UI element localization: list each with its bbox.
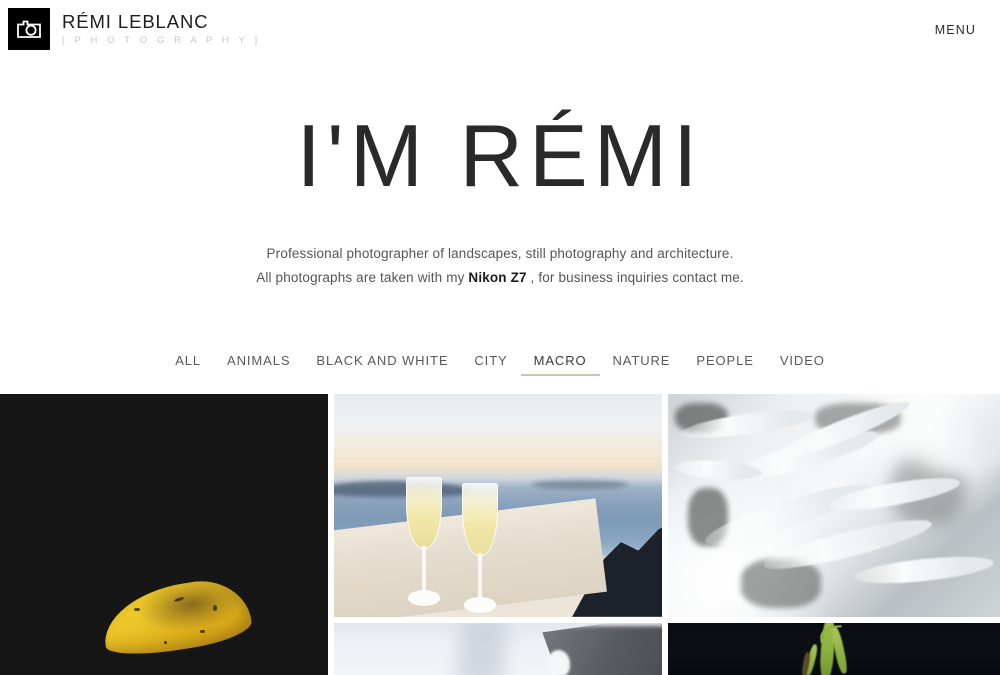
photography-portfolio-page: RÉMI LEBLANC [ P H O T O G R A P H Y ] M…	[0, 0, 1000, 675]
brand-name: RÉMI LEBLANC	[62, 10, 209, 32]
filter-video[interactable]: VIDEO	[767, 352, 838, 376]
brand-logo-link[interactable]: RÉMI LEBLANC [ P H O T O G R A P H Y ]	[8, 8, 261, 50]
hero-subtitle-line-2-suffix: , for business inquiries contact me.	[526, 270, 744, 285]
gallery-tile-green-mantis[interactable]	[668, 623, 1000, 675]
site-header: RÉMI LEBLANC [ P H O T O G R A P H Y ] M…	[0, 0, 1000, 58]
gallery-tile-misty-snow[interactable]	[334, 623, 662, 675]
champagne-glass-left	[403, 476, 446, 606]
photo-green-mantis	[668, 623, 1000, 675]
brand-tagline: [ P H O T O G R A P H Y ]	[62, 34, 261, 46]
filter-animals[interactable]: ANIMALS	[214, 352, 303, 376]
photo-yellow-wedge	[0, 394, 328, 675]
filter-black-and-white[interactable]: BLACK AND WHITE	[303, 352, 461, 376]
gallery-filter-nav: ALL ANIMALS BLACK AND WHITE CITY MACRO N…	[0, 352, 1000, 376]
gallery-tile-yellow-wedge[interactable]	[0, 394, 328, 675]
hero-subtitle-line-2-prefix: All photographs are taken with my	[256, 270, 469, 285]
filter-macro[interactable]: MACRO	[520, 352, 600, 376]
wedge-shape	[97, 573, 254, 661]
gallery-grid	[0, 394, 1000, 675]
photo-champagne-glasses	[334, 394, 662, 617]
gallery-tile-frosted-branches[interactable]	[668, 394, 1000, 617]
filter-all[interactable]: ALL	[162, 352, 214, 376]
hero-subtitle-line-2: All photographs are taken with my Nikon …	[0, 266, 1000, 290]
camera-icon	[8, 8, 50, 50]
camera-model-highlight[interactable]: Nikon Z7	[468, 270, 526, 285]
filter-nature[interactable]: NATURE	[600, 352, 684, 376]
filter-people[interactable]: PEOPLE	[683, 352, 766, 376]
page-title: I'M RÉMI	[296, 106, 704, 205]
photo-frosted-branches	[668, 394, 1000, 617]
hero-section: I'M RÉMI Professional photographer of la…	[0, 58, 1000, 290]
brand-text: RÉMI LEBLANC [ P H O T O G R A P H Y ]	[62, 11, 261, 48]
menu-button[interactable]: MENU	[929, 19, 982, 41]
champagne-glass-right	[459, 483, 502, 613]
gallery-tile-champagne-glasses[interactable]	[334, 394, 662, 617]
hero-subtitle-line-1: Professional photographer of landscapes,…	[266, 246, 734, 261]
filter-city[interactable]: CITY	[461, 352, 520, 376]
photo-misty-snow	[334, 623, 662, 675]
hero-subtitle: Professional photographer of landscapes,…	[0, 242, 1000, 290]
island-shape-far	[530, 479, 630, 489]
